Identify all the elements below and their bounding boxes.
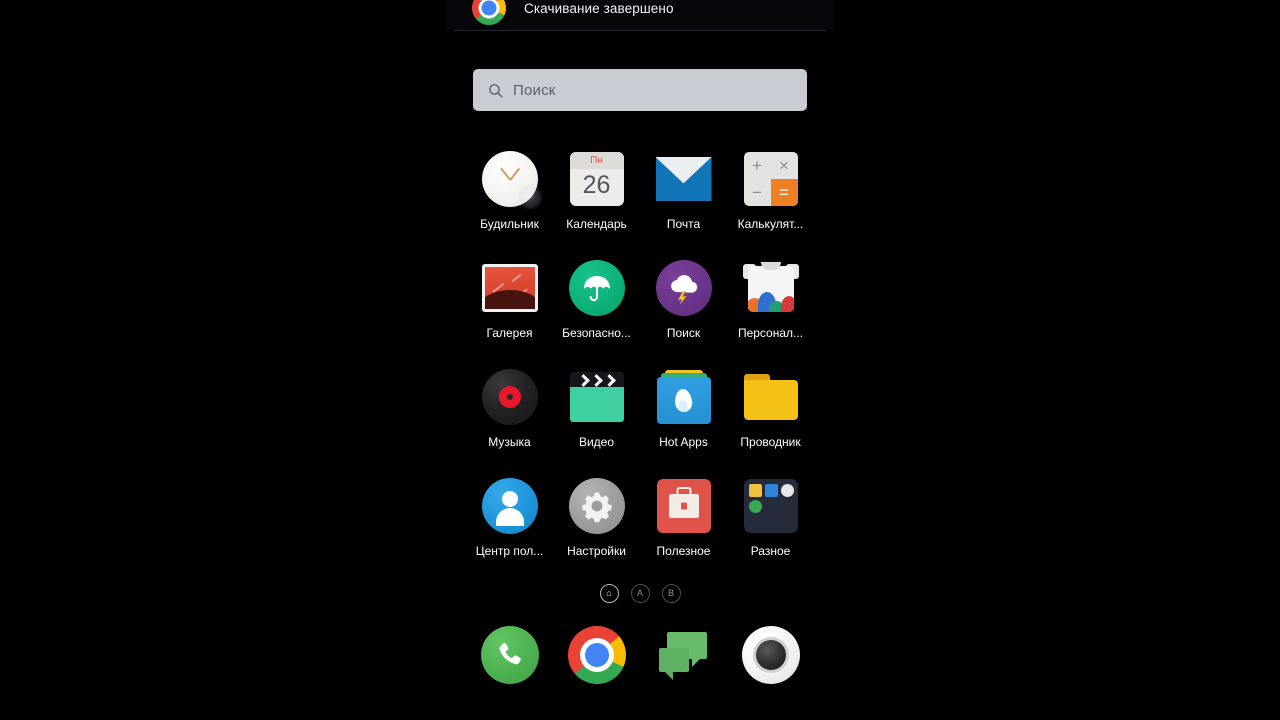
app-icon-gallery[interactable]: Галерея: [466, 259, 553, 368]
app-grid: Будильник Пн 26 Календарь Почта + × − = …: [466, 150, 814, 586]
search-icon: [489, 83, 503, 98]
file-folder-icon: [742, 368, 800, 426]
search-bar[interactable]: Поиск: [473, 69, 807, 111]
app-label: Видео: [578, 435, 615, 449]
page-indicator: ⌂ A B: [446, 584, 834, 603]
app-icon-misc-folder[interactable]: Разное: [727, 477, 814, 586]
themes-tshirt-icon: [742, 259, 800, 317]
app-label: Будильник: [480, 217, 539, 231]
phone-screen: Скачивание завершено Поиск Будильник Пн …: [446, 0, 834, 720]
camera-icon[interactable]: [741, 626, 800, 684]
gallery-icon: [481, 259, 539, 317]
weather-cloud-icon: [655, 259, 713, 317]
user-center-icon: [481, 477, 539, 535]
notification-divider: [454, 30, 826, 31]
app-label: Персонал...: [737, 326, 804, 340]
search-input[interactable]: Поиск: [513, 82, 556, 99]
security-umbrella-icon: [568, 259, 626, 317]
mail-icon: [655, 150, 713, 208]
calendar-weekday: Пн: [590, 154, 603, 166]
misc-folder-icon: [742, 477, 800, 535]
app-label: Галерея: [486, 326, 533, 340]
app-label: Календарь: [566, 217, 627, 231]
app-label: Почта: [666, 217, 701, 231]
app-icon-alarm[interactable]: Будильник: [466, 150, 553, 259]
app-icon-calendar[interactable]: Пн 26 Календарь: [553, 150, 640, 259]
music-vinyl-icon: [481, 368, 539, 426]
calculator-icon: + × − =: [742, 150, 800, 208]
calc-key-plus: +: [752, 156, 762, 175]
app-icon-hot-apps[interactable]: Hot Apps: [640, 368, 727, 477]
app-label: Музыка: [488, 435, 531, 449]
screenshot-root: Скачивание завершено Поиск Будильник Пн …: [0, 0, 1280, 720]
app-icon-file-manager[interactable]: Проводник: [727, 368, 814, 477]
page-dot-home[interactable]: ⌂: [599, 584, 619, 603]
app-icon-user-center[interactable]: Центр пол...: [466, 477, 553, 586]
video-clapperboard-icon: [568, 368, 626, 426]
calc-key-equals: =: [770, 179, 798, 206]
app-icon-toolbox[interactable]: Полезное: [640, 477, 727, 586]
page-dot-b[interactable]: B: [661, 584, 681, 603]
alarm-clock-icon: [481, 150, 543, 210]
app-label: Проводник: [740, 435, 801, 449]
app-icon-settings[interactable]: Настройки: [553, 477, 640, 586]
chrome-icon[interactable]: [567, 626, 626, 684]
calc-key-times: ×: [779, 156, 789, 175]
app-label: Безопасно...: [562, 326, 631, 340]
notification-text: Скачивание завершено: [524, 0, 674, 16]
app-icon-video[interactable]: Видео: [553, 368, 640, 477]
notification-row[interactable]: Скачивание завершено: [446, 0, 834, 28]
phone-icon[interactable]: [480, 626, 539, 684]
notification-bar[interactable]: Скачивание завершено: [446, 0, 834, 31]
app-icon-weather-search[interactable]: Поиск: [640, 259, 727, 368]
settings-gear-icon: [568, 477, 626, 535]
toolbox-briefcase-icon: [655, 477, 713, 535]
app-label: Настройки: [567, 544, 626, 558]
app-icon-security[interactable]: Безопасно...: [553, 259, 640, 368]
app-icon-mail[interactable]: Почта: [640, 150, 727, 259]
app-label: Разное: [750, 544, 791, 558]
app-icon-themes[interactable]: Персонал...: [727, 259, 814, 368]
app-label: Центр пол...: [475, 544, 544, 558]
calendar-day: 26: [582, 171, 611, 199]
app-label: Калькулят...: [737, 217, 804, 231]
hot-apps-flame-icon: [655, 368, 713, 426]
app-label: Поиск: [666, 326, 701, 340]
dock: [466, 623, 814, 687]
app-icon-calculator[interactable]: + × − = Калькулят...: [727, 150, 814, 259]
app-label: Hot Apps: [659, 435, 708, 449]
chrome-icon: [472, 0, 506, 25]
app-icon-music[interactable]: Музыка: [466, 368, 553, 477]
calendar-icon: Пн 26: [568, 150, 626, 208]
app-label: Полезное: [656, 544, 711, 558]
calc-key-minus: −: [752, 183, 762, 202]
page-dot-a[interactable]: A: [630, 584, 650, 603]
messages-icon[interactable]: [655, 626, 713, 684]
